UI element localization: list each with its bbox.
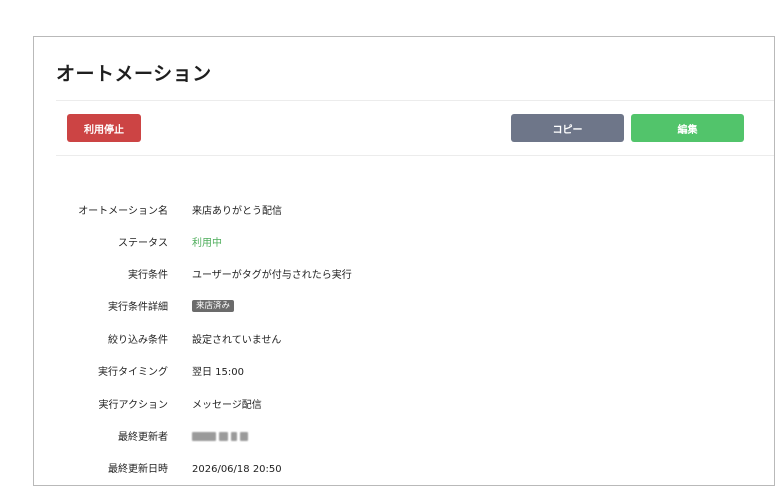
stop-usage-button[interactable]: 利用停止 <box>67 114 141 142</box>
detail-label: ステータス <box>118 238 168 249</box>
detail-row-timing: 実行タイミング 翌日 15:00 <box>34 363 774 383</box>
detail-row-updated-at: 最終更新日時 2026/06/18 20:50 <box>34 460 774 480</box>
detail-row-name: オートメーション名 来店ありがとう配信 <box>34 202 774 222</box>
detail-label: 実行条件詳細 <box>108 302 168 313</box>
detail-row-trigger: 実行条件 ユーザーがタグが付与されたら実行 <box>34 266 774 286</box>
detail-label: 実行アクション <box>98 400 169 411</box>
detail-label: 絞り込み条件 <box>108 335 168 346</box>
updated-by-value <box>192 428 248 448</box>
page-title: オートメーション <box>56 63 212 85</box>
edit-button[interactable]: 編集 <box>631 114 744 142</box>
timing-value: 翌日 15:00 <box>192 367 244 378</box>
detail-row-status: ステータス 利用中 <box>34 234 774 254</box>
tag-badge: 来店済み <box>192 300 235 312</box>
header-divider <box>56 100 774 101</box>
trigger-value: ユーザーがタグが付与されたら実行 <box>192 270 352 281</box>
detail-row-action: 実行アクション メッセージ配信 <box>34 396 774 416</box>
detail-row-updated-by: 最終更新者 <box>34 428 774 448</box>
detail-label: 実行タイミング <box>98 367 168 378</box>
filter-value: 設定されていません <box>192 335 282 346</box>
detail-label: オートメーション名 <box>78 206 168 217</box>
automation-panel: オートメーション 利用停止 コピー 編集 オートメーション名 来店ありがとう配信… <box>33 36 775 486</box>
detail-label: 実行条件 <box>128 270 168 281</box>
redacted-username <box>192 431 248 441</box>
trigger-detail-value: 来店済み <box>192 298 235 318</box>
detail-label: 最終更新者 <box>118 432 168 443</box>
toolbar-divider <box>56 155 774 156</box>
status-value: 利用中 <box>192 238 222 249</box>
detail-label: 最終更新日時 <box>108 464 168 475</box>
copy-button[interactable]: コピー <box>511 114 624 142</box>
automation-name-value: 来店ありがとう配信 <box>192 206 282 217</box>
detail-row-trigger-detail: 実行条件詳細 来店済み <box>34 298 774 318</box>
detail-row-filter: 絞り込み条件 設定されていません <box>34 331 774 351</box>
action-value: メッセージ配信 <box>192 400 262 411</box>
updated-at-value: 2026/06/18 20:50 <box>192 464 282 475</box>
